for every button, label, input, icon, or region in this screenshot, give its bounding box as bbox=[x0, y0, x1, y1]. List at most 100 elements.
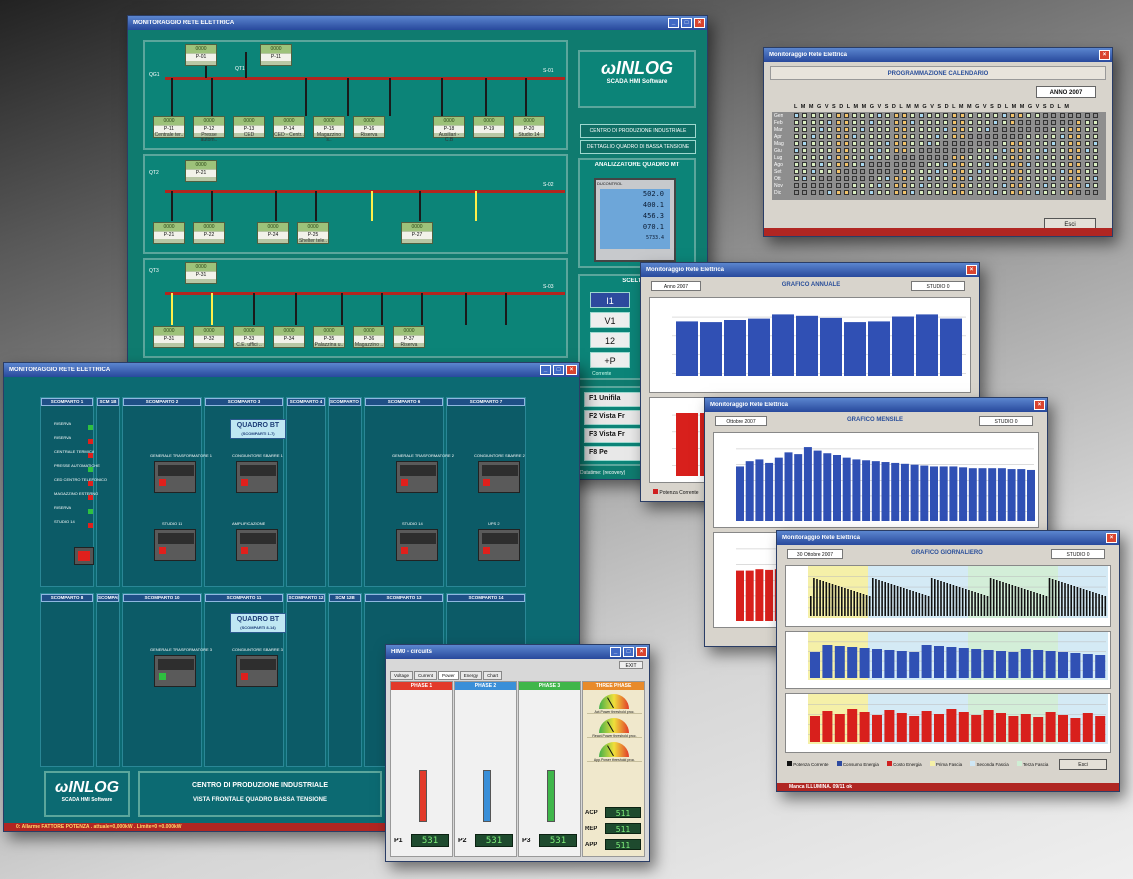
calendar-day[interactable] bbox=[993, 148, 999, 153]
calendar-day[interactable] bbox=[1001, 141, 1007, 146]
calendar-day[interactable] bbox=[868, 127, 874, 132]
calendar-day[interactable] bbox=[968, 183, 974, 188]
calendar-day[interactable] bbox=[843, 183, 849, 188]
meter-feeder[interactable]: 0000 P-12 Presse autom.. bbox=[193, 116, 225, 143]
calendar-day[interactable] bbox=[893, 134, 899, 139]
calendar-day[interactable] bbox=[984, 134, 990, 139]
calendar-day[interactable] bbox=[1051, 162, 1057, 167]
calendar-day[interactable] bbox=[901, 148, 907, 153]
calendar-day[interactable] bbox=[993, 183, 999, 188]
calendar-day[interactable] bbox=[993, 134, 999, 139]
calendar-day[interactable] bbox=[1076, 155, 1082, 160]
meter-top[interactable]: 0000 P-31 bbox=[185, 262, 217, 284]
calendar-day[interactable] bbox=[1084, 162, 1090, 167]
quadro-label-bottom[interactable]: QUADRO BT (SCOMPARTI 8-14) bbox=[230, 613, 286, 633]
calendar-day[interactable] bbox=[885, 134, 891, 139]
calendar-day[interactable] bbox=[984, 155, 990, 160]
calendar-day[interactable] bbox=[794, 155, 799, 160]
calendar-day[interactable] bbox=[993, 113, 999, 118]
calendar-day[interactable] bbox=[1026, 141, 1032, 146]
calendar-day[interactable] bbox=[893, 155, 899, 160]
calendar-day[interactable] bbox=[918, 155, 924, 160]
calendar-day[interactable] bbox=[827, 148, 833, 153]
calendar-day[interactable] bbox=[810, 148, 816, 153]
calendar-day[interactable] bbox=[818, 155, 824, 160]
breaker-box[interactable] bbox=[478, 529, 520, 561]
calendar-day[interactable] bbox=[1067, 141, 1073, 146]
calendar-day[interactable] bbox=[993, 176, 999, 181]
calendar-day[interactable] bbox=[852, 134, 858, 139]
calendar-day[interactable] bbox=[960, 113, 965, 118]
calendar-day[interactable] bbox=[968, 169, 974, 174]
calendar-day[interactable] bbox=[984, 148, 990, 153]
calendar-day[interactable] bbox=[818, 176, 824, 181]
year-field[interactable]: Anno 2007 bbox=[651, 281, 701, 291]
close-button[interactable]: × bbox=[694, 18, 705, 28]
calendar-day[interactable] bbox=[1067, 169, 1073, 174]
calendar-day[interactable] bbox=[794, 183, 799, 188]
calendar-day[interactable] bbox=[910, 183, 916, 188]
calendar-day[interactable] bbox=[993, 162, 999, 167]
calendar-day[interactable] bbox=[1076, 134, 1082, 139]
calendar-day[interactable] bbox=[1018, 134, 1024, 139]
calendar-day[interactable] bbox=[1034, 155, 1040, 160]
calendar-day[interactable] bbox=[1026, 127, 1032, 132]
calendar-day[interactable] bbox=[943, 127, 949, 132]
calendar-day[interactable] bbox=[1043, 155, 1048, 160]
calendar-day[interactable] bbox=[843, 113, 849, 118]
meter-feeder[interactable]: 0000 P-19 bbox=[473, 116, 505, 138]
breaker-box[interactable] bbox=[478, 461, 520, 493]
calendar-day[interactable] bbox=[1034, 141, 1040, 146]
calendar-day[interactable] bbox=[1076, 141, 1082, 146]
calendar-day[interactable] bbox=[1043, 162, 1048, 167]
calendar-day[interactable] bbox=[1026, 183, 1032, 188]
calendar-day[interactable] bbox=[1084, 155, 1090, 160]
calendar-day[interactable] bbox=[960, 148, 965, 153]
calendar-day[interactable] bbox=[877, 190, 882, 195]
calendar-day[interactable] bbox=[901, 134, 907, 139]
calendar-day[interactable] bbox=[1092, 134, 1098, 139]
calendar-day[interactable] bbox=[1084, 190, 1090, 195]
calendar-day[interactable] bbox=[877, 141, 882, 146]
calendar-day[interactable] bbox=[1067, 134, 1073, 139]
calendar-day[interactable] bbox=[852, 162, 858, 167]
calendar-day[interactable] bbox=[1051, 190, 1057, 195]
calendar-day[interactable] bbox=[951, 176, 957, 181]
calendar-day[interactable] bbox=[852, 113, 858, 118]
calendar-day[interactable] bbox=[810, 183, 816, 188]
calendar-day[interactable] bbox=[852, 141, 858, 146]
calendar-day[interactable] bbox=[1067, 176, 1073, 181]
calendar-day[interactable] bbox=[893, 148, 899, 153]
calendar-day[interactable] bbox=[926, 134, 932, 139]
calendar-day[interactable] bbox=[1076, 162, 1082, 167]
calendar-day[interactable] bbox=[835, 162, 841, 167]
calendar-day[interactable] bbox=[968, 155, 974, 160]
status-indicator[interactable] bbox=[88, 481, 93, 486]
calendar-day[interactable] bbox=[976, 127, 982, 132]
calendar-day[interactable] bbox=[1051, 176, 1057, 181]
calendar-day[interactable] bbox=[1001, 183, 1007, 188]
calendar-day[interactable] bbox=[802, 176, 808, 181]
period-field[interactable]: STUDIO 0 bbox=[1051, 549, 1105, 559]
breaker-box[interactable] bbox=[236, 461, 278, 493]
calendar-day[interactable] bbox=[1076, 120, 1082, 125]
calendar-day[interactable] bbox=[1059, 176, 1065, 181]
calendar-day[interactable] bbox=[893, 113, 899, 118]
calendar-day[interactable] bbox=[877, 155, 882, 160]
calendar-day[interactable] bbox=[1092, 148, 1098, 153]
breaker-box[interactable] bbox=[396, 461, 438, 493]
calendar-day[interactable] bbox=[1043, 120, 1048, 125]
calendar-day[interactable] bbox=[935, 155, 941, 160]
calendar-day[interactable] bbox=[1051, 155, 1057, 160]
calendar-day[interactable] bbox=[951, 155, 957, 160]
calendar-day[interactable] bbox=[843, 148, 849, 153]
calendar-day[interactable] bbox=[910, 113, 916, 118]
calendar-day[interactable] bbox=[852, 183, 858, 188]
calendar-day[interactable] bbox=[818, 113, 824, 118]
calendar-day[interactable] bbox=[993, 141, 999, 146]
calendar-day[interactable] bbox=[976, 155, 982, 160]
calendar-day[interactable] bbox=[893, 162, 899, 167]
calendar-day[interactable] bbox=[1076, 176, 1082, 181]
calendar-day[interactable] bbox=[1018, 120, 1024, 125]
calendar-day[interactable] bbox=[926, 176, 932, 181]
